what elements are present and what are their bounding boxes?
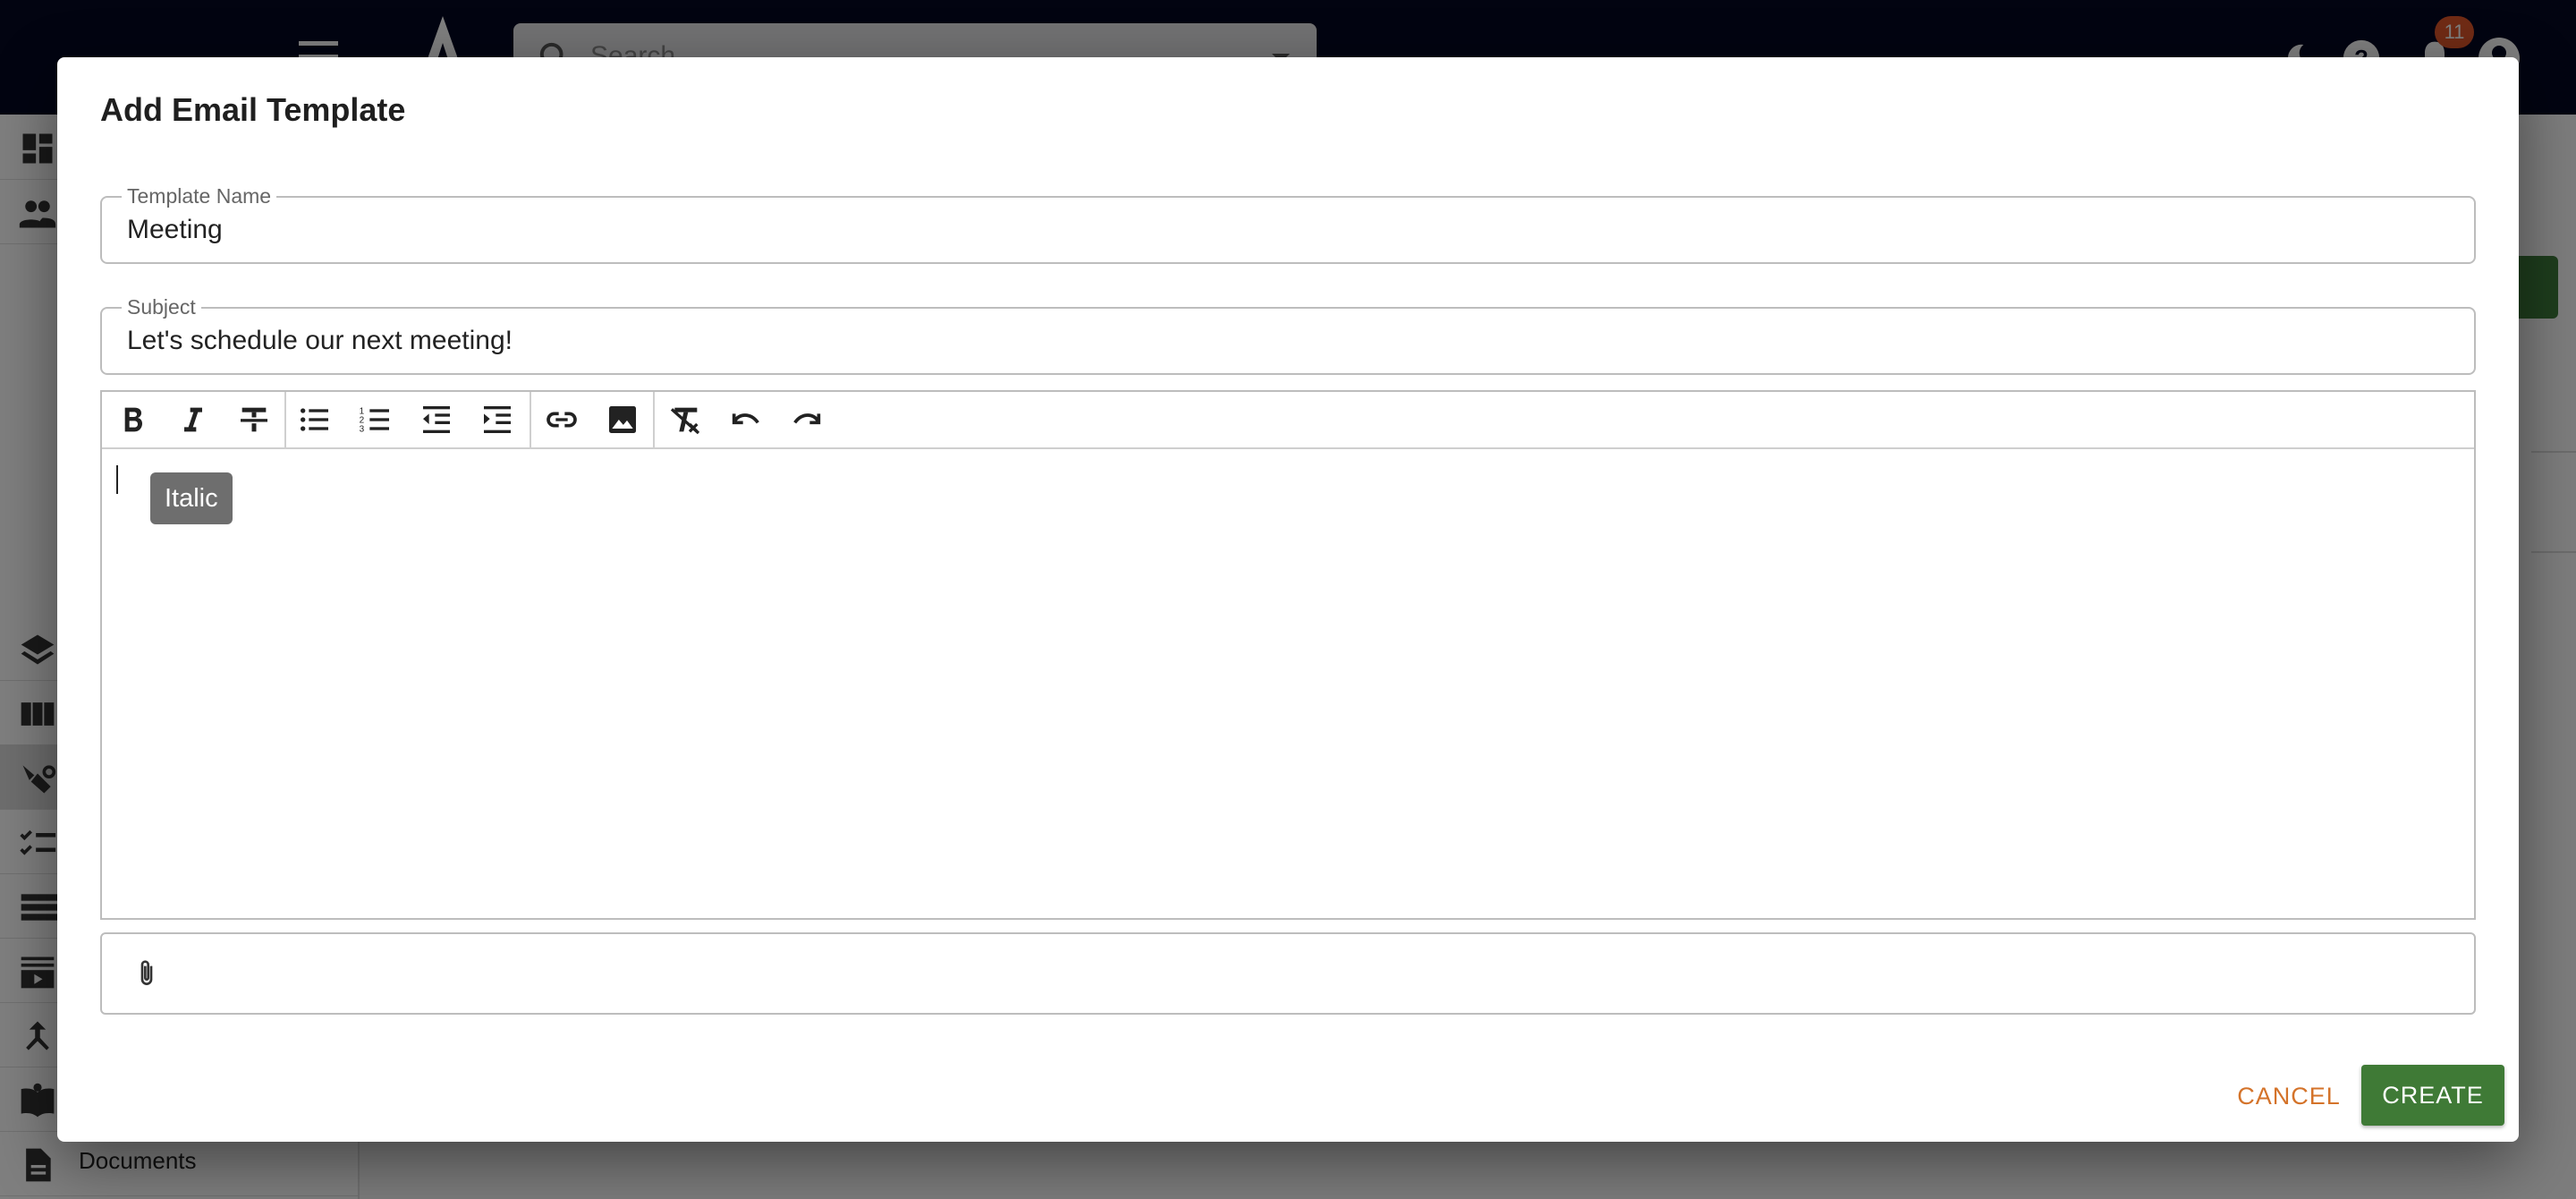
italic-button[interactable]	[172, 398, 215, 441]
italic-icon	[184, 407, 202, 432]
image-button[interactable]	[601, 398, 644, 441]
create-button[interactable]: CREATE	[2361, 1065, 2504, 1126]
editor-content[interactable]	[102, 449, 2474, 918]
add-email-template-dialog: Add Email Template Template Name Subject…	[57, 57, 2519, 1142]
clear-formatting-icon	[670, 407, 700, 435]
bold-button[interactable]	[111, 398, 154, 441]
template-name-field: Template Name	[100, 184, 2476, 264]
strikethrough-button[interactable]	[233, 398, 275, 441]
outdent-button[interactable]	[415, 398, 458, 441]
subject-input[interactable]	[127, 309, 2449, 373]
italic-tooltip: Italic	[150, 472, 233, 524]
undo-button[interactable]	[724, 398, 767, 441]
bulleted-list-button[interactable]	[293, 398, 336, 441]
editor-toolbar: 123	[102, 392, 2474, 449]
link-icon	[547, 412, 577, 428]
rich-text-editor: 123 Italic	[100, 390, 2476, 920]
redo-icon	[793, 413, 821, 425]
template-name-input[interactable]	[127, 198, 2449, 262]
numbered-list-button[interactable]: 123	[354, 398, 397, 441]
subject-field: Subject	[100, 295, 2476, 375]
bulleted-list-icon	[301, 408, 328, 431]
clear-formatting-button[interactable]	[664, 398, 707, 441]
indent-icon	[484, 406, 511, 433]
paperclip-icon[interactable]	[129, 956, 165, 991]
bold-icon	[124, 407, 142, 432]
attachment-dropzone[interactable]	[100, 932, 2476, 1015]
toolbar-divider	[653, 392, 655, 447]
cancel-button[interactable]: CANCEL	[2234, 1074, 2343, 1118]
svg-text:3: 3	[360, 424, 365, 434]
numbered-list-icon: 123	[360, 406, 389, 434]
image-icon	[609, 406, 636, 433]
outdent-icon	[423, 406, 450, 433]
link-button[interactable]	[540, 398, 583, 441]
text-cursor	[116, 465, 118, 494]
toolbar-divider	[530, 392, 531, 447]
toolbar-divider	[284, 392, 286, 447]
strikethrough-icon	[241, 407, 267, 432]
indent-button[interactable]	[476, 398, 519, 441]
dialog-title: Add Email Template	[100, 91, 406, 128]
undo-icon	[732, 413, 759, 425]
redo-button[interactable]	[785, 398, 828, 441]
